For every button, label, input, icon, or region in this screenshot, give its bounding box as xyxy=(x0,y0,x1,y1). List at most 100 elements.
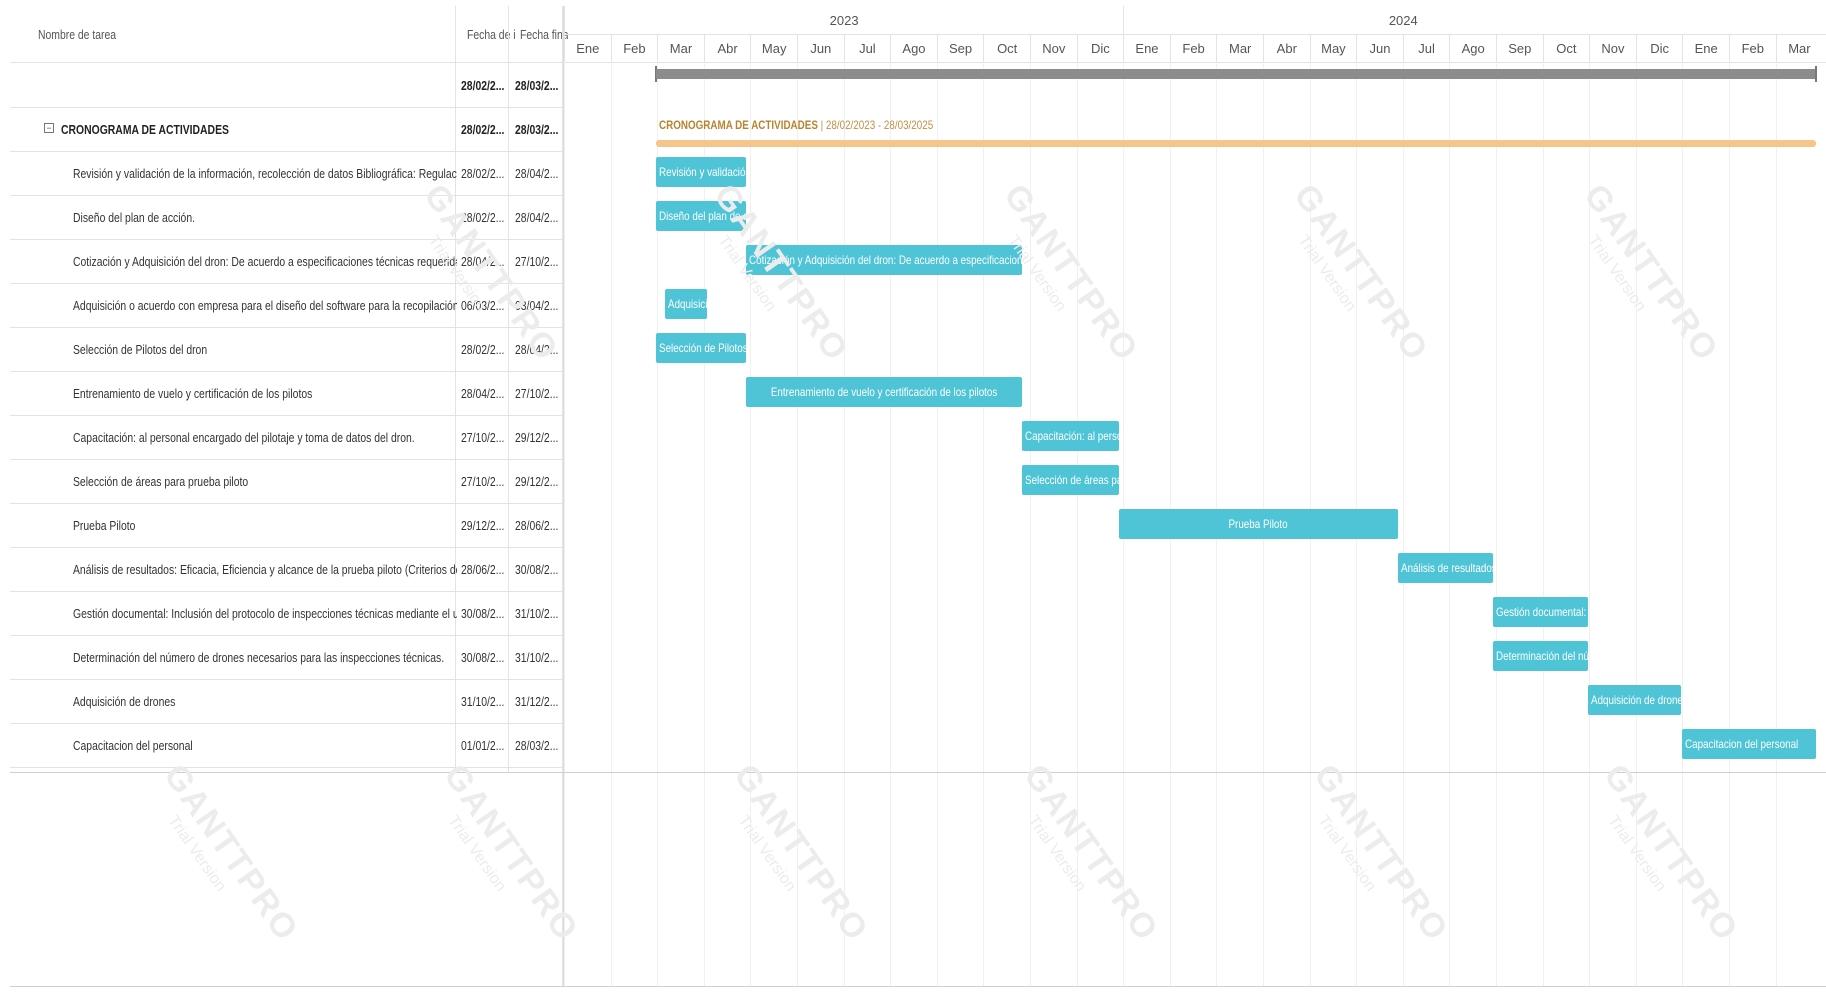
task-name: Revisión y validación de la información,… xyxy=(73,165,457,181)
footer-border xyxy=(10,986,1826,987)
task-row[interactable]: Revisión y validación de la información,… xyxy=(10,151,563,196)
task-bar-label: Revisión y validación... xyxy=(658,165,746,179)
month-cell: Nov xyxy=(1030,34,1077,62)
month-cell: Jun xyxy=(797,34,844,62)
month-grid-line xyxy=(564,62,565,986)
task-start-date: 06/03/2... xyxy=(461,297,505,313)
task-start-date: 27/10/2... xyxy=(461,429,505,445)
task-row[interactable]: Entrenamiento de vuelo y certificación d… xyxy=(10,371,563,416)
month-cell: Mar xyxy=(1216,34,1263,62)
task-row[interactable]: Determinación del número de drones neces… xyxy=(10,635,563,680)
month-grid-line xyxy=(1542,62,1544,986)
task-start-date: 28/02/2... xyxy=(461,209,505,225)
month-grid-line xyxy=(890,62,892,986)
task-row[interactable]: Adquisición de drones 31/10/2... 31/12/2..… xyxy=(10,679,563,724)
task-start-date: 01/01/2... xyxy=(461,737,505,753)
task-row[interactable]: Selección de Pilotos del dron 28/02/2... 2… xyxy=(10,327,563,372)
task-row[interactable]: Gestión documental: Inclusión del protoc… xyxy=(10,591,563,636)
task-name: Determinación del número de drones neces… xyxy=(73,649,445,665)
task-bar[interactable]: Capacitación: al perso... xyxy=(1022,421,1119,451)
month-scale: Ene Feb Mar Abr May Jun Jul Ago Sep Oct Nov Dic Ene F… xyxy=(564,34,1826,63)
year-cell: 2024 xyxy=(1123,6,1682,34)
task-bar[interactable]: Cotización y Adquisición del dron: De ac… xyxy=(745,245,1023,275)
month-grid-line xyxy=(1682,62,1684,986)
task-name: Capacitacion del personal xyxy=(73,737,193,753)
task-start-date: 31/10/2... xyxy=(461,693,505,709)
task-bar-label: Selección de Pilotos... xyxy=(658,341,746,355)
task-bar[interactable]: Selección de áreas par... xyxy=(1022,465,1119,495)
task-row[interactable]: Prueba Piloto 29/12/2... 28/06/2... xyxy=(10,503,563,548)
gantt-app: Nombre de tarea Fecha de in Fecha final … xyxy=(0,0,1826,1007)
task-grid: Nombre de tarea Fecha de in Fecha final … xyxy=(10,6,568,986)
task-start-date: 28/06/2... xyxy=(461,561,505,577)
month-cell: Jul xyxy=(1402,34,1450,62)
task-bar[interactable]: Selección de Pilotos... xyxy=(655,333,746,363)
task-bar[interactable]: Capacitacion del personal xyxy=(1682,729,1817,759)
task-name: Selección de Pilotos del dron xyxy=(73,341,208,357)
column-header-task-name[interactable]: Nombre de tarea xyxy=(38,6,454,62)
task-bar[interactable]: Análisis de resultados:... xyxy=(1398,553,1493,583)
month-grid-line xyxy=(983,62,985,986)
month-cell: Dic xyxy=(1076,34,1124,62)
task-bar-label: Cotización y Adquisición del dron: De ac… xyxy=(748,253,1023,267)
task-name: Capacitación: al personal encargado del … xyxy=(73,429,415,445)
task-name: Adquisición de drones xyxy=(73,693,176,709)
month-cell: Ene xyxy=(564,34,611,62)
month-cell: Feb xyxy=(610,34,658,62)
month-cell: Abr xyxy=(703,34,751,62)
task-bar[interactable]: Revisión y validación... xyxy=(655,157,746,187)
month-cell: Mar xyxy=(1775,34,1823,62)
task-row[interactable]: Diseño del plan de acción. 28/02/2... 28/0… xyxy=(10,195,563,240)
month-grid-line xyxy=(936,62,938,986)
task-bar-label: Capacitacion del personal xyxy=(1685,737,1799,751)
task-start-date: 29/12/2... xyxy=(461,517,505,533)
task-name: Selección de áreas para prueba piloto xyxy=(73,473,249,489)
month-grid-line xyxy=(1496,62,1497,986)
task-start-date: 28/04/2... xyxy=(461,253,505,269)
gantt-timeline: 2023 2024 Ene Feb Mar Abr May Jun Jul Ago Sep Oct N… xyxy=(563,6,1826,986)
summary-start-date: 28/02/2... xyxy=(461,77,505,93)
project-row[interactable]: − CRONOGRAMA DE ACTIVIDADES 28/02/2... 2… xyxy=(10,107,563,152)
month-grid-line xyxy=(1402,62,1404,986)
task-row[interactable]: Adquisición o acuerdo con empresa para e… xyxy=(10,283,563,328)
task-bar[interactable]: Adquisición de drones xyxy=(1587,685,1681,715)
month-grid-line xyxy=(1030,62,1031,986)
month-grid-line xyxy=(1775,62,1777,986)
month-grid-line xyxy=(1729,62,1730,986)
task-row[interactable]: Selección de áreas para prueba piloto 27/… xyxy=(10,459,563,504)
summary-row[interactable]: 28/02/2... 28/03/2... xyxy=(10,63,563,108)
year-cell: 2023 xyxy=(564,6,1123,34)
task-row[interactable]: Capacitacion del personal 01/01/2... 28/03… xyxy=(10,723,563,768)
month-cell: Nov xyxy=(1589,34,1636,62)
month-cell: Oct xyxy=(983,34,1030,62)
task-bar-label: Determinación del nú... xyxy=(1495,649,1588,663)
collapse-icon[interactable]: − xyxy=(44,123,54,133)
task-bar[interactable]: Prueba Piloto xyxy=(1118,509,1399,539)
task-bar[interactable]: Adquisici... xyxy=(664,289,707,319)
column-header-end-date[interactable]: Fecha final xyxy=(520,6,568,62)
month-cell: Mar xyxy=(657,34,704,62)
task-bar-label: Adquisici... xyxy=(667,297,707,311)
task-start-date: 27/10/2... xyxy=(461,473,505,489)
task-name: Gestión documental: Inclusión del protoc… xyxy=(73,605,457,621)
month-cell: Ene xyxy=(1682,34,1729,62)
task-bar[interactable]: Diseño del plan de a... xyxy=(655,201,746,231)
project-bar[interactable] xyxy=(655,140,1817,147)
task-bar-label: Análisis de resultados:... xyxy=(1401,561,1493,575)
task-bar[interactable]: Gestión documental: I... xyxy=(1492,597,1588,627)
month-grid-line xyxy=(610,62,612,986)
month-cell: Feb xyxy=(1169,34,1217,62)
task-bar[interactable]: Entrenamiento de vuelo y certificación d… xyxy=(745,377,1023,407)
task-start-date: 28/04/2... xyxy=(461,385,505,401)
task-bar-label: Capacitación: al perso... xyxy=(1025,429,1118,443)
month-grid-line xyxy=(1449,62,1451,986)
month-grid-line xyxy=(1589,62,1591,986)
task-row[interactable]: Cotización y Adquisición del dron: De ac… xyxy=(10,239,563,284)
task-bar-label: Entrenamiento de vuelo y certificación d… xyxy=(770,385,998,399)
task-row[interactable]: Análisis de resultados: Eficacia, Eficie… xyxy=(10,547,563,592)
task-row[interactable]: Capacitación: al personal encargado del … xyxy=(10,415,563,460)
summary-bar[interactable] xyxy=(655,69,1817,79)
year-scale: 2023 2024 xyxy=(564,6,1826,35)
month-cell: Feb xyxy=(1729,34,1776,62)
task-bar[interactable]: Determinación del nú... xyxy=(1492,641,1588,671)
